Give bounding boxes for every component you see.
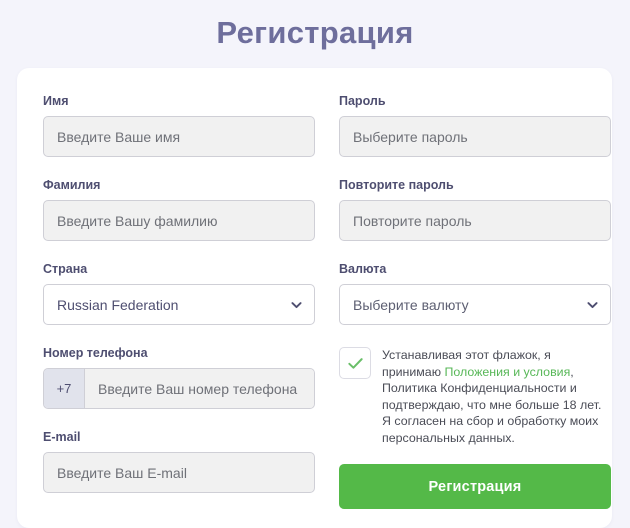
check-icon xyxy=(346,354,365,373)
password-label: Пароль xyxy=(339,94,386,108)
country-field: Страна Russian Federation xyxy=(43,262,315,325)
phone-input-group: +7 xyxy=(43,368,315,409)
registration-card: Имя Фамилия Страна Russian Federation xyxy=(17,68,612,528)
country-label: Страна xyxy=(43,262,88,276)
register-submit-button[interactable]: Регистрация xyxy=(339,464,611,509)
phone-country-prefix[interactable]: +7 xyxy=(44,369,85,408)
page-title: Регистрация xyxy=(216,15,414,50)
currency-select-wrap: Выберите валюту xyxy=(339,284,611,325)
currency-field: Валюта Выберите валюту xyxy=(339,262,611,325)
first-name-input[interactable] xyxy=(43,116,315,157)
email-input[interactable] xyxy=(43,452,315,493)
password-repeat-label: Повторите пароль xyxy=(339,178,454,192)
password-repeat-field: Повторите пароль xyxy=(339,178,611,241)
last-name-field: Фамилия xyxy=(43,178,315,241)
form-columns: Имя Фамилия Страна Russian Federation xyxy=(43,94,611,514)
first-name-label: Имя xyxy=(43,94,69,108)
first-name-field: Имя xyxy=(43,94,315,157)
last-name-input[interactable] xyxy=(43,200,315,241)
left-column: Имя Фамилия Страна Russian Federation xyxy=(43,94,315,514)
phone-number-input[interactable] xyxy=(85,369,314,408)
password-input[interactable] xyxy=(339,116,611,157)
phone-label: Номер телефона xyxy=(43,346,148,360)
consent-checkbox[interactable] xyxy=(339,347,371,379)
email-label: E-mail xyxy=(43,430,81,444)
consent-row: Устанавливая этот флажок, я принимаю Пол… xyxy=(339,346,611,446)
phone-field: Номер телефона +7 xyxy=(43,346,315,409)
country-select[interactable]: Russian Federation xyxy=(43,284,315,325)
consent-text: Устанавливая этот флажок, я принимаю Пол… xyxy=(382,346,611,446)
currency-select[interactable]: Выберите валюту xyxy=(339,284,611,325)
password-repeat-input[interactable] xyxy=(339,200,611,241)
terms-and-conditions-link[interactable]: Положения и условия xyxy=(444,365,570,379)
email-field: E-mail xyxy=(43,430,315,493)
right-column: Пароль Повторите пароль Валюта Выберите … xyxy=(339,94,611,514)
password-field: Пароль xyxy=(339,94,611,157)
last-name-label: Фамилия xyxy=(43,178,101,192)
currency-label: Валюта xyxy=(339,262,387,276)
country-select-wrap: Russian Federation xyxy=(43,284,315,325)
